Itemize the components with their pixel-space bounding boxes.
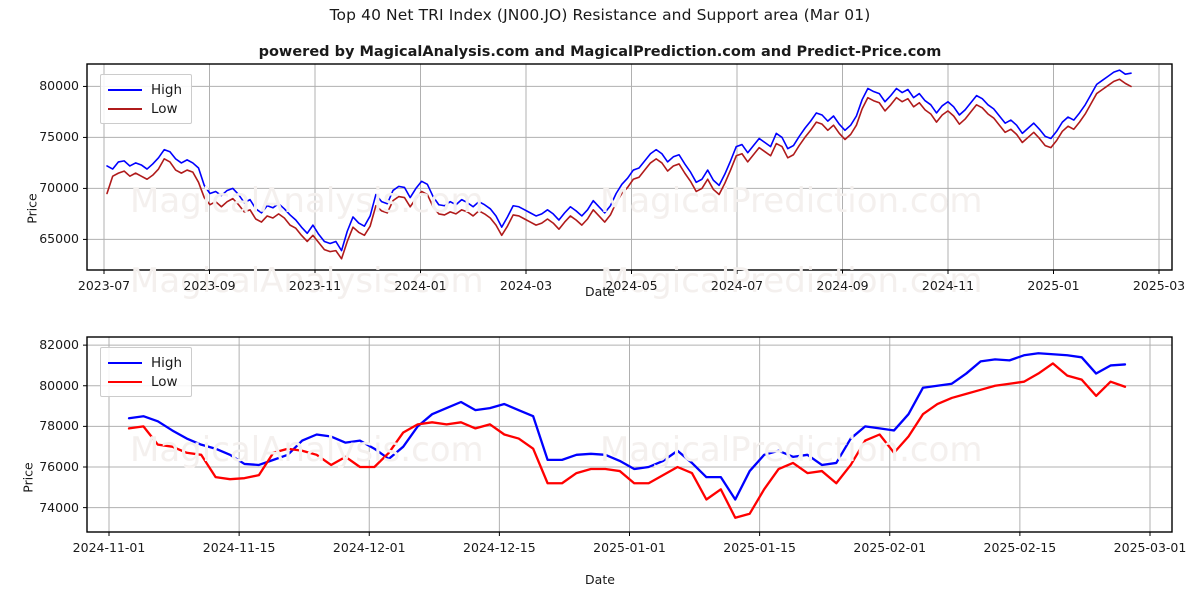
- x-tick-label: 2025-02-15: [983, 540, 1057, 555]
- x-tick-label: 2024-12-15: [463, 540, 536, 555]
- x-tick-label: 2023-07: [77, 278, 131, 293]
- legend-swatch-high: [108, 361, 142, 364]
- detail-x-axis-label: Date: [585, 572, 615, 587]
- legend-label-high: High: [151, 81, 183, 98]
- legend-swatch-high: [108, 88, 142, 91]
- x-tick-label: 2023-09: [183, 278, 236, 293]
- overview-legend: High Low: [100, 74, 193, 124]
- x-tick-label: 2025-03-01: [1113, 540, 1187, 555]
- x-tick-label: 2024-01: [394, 278, 447, 293]
- y-tick-label: 82000: [39, 337, 79, 353]
- legend-label-high: High: [151, 354, 183, 371]
- legend-entry-low: Low: [108, 372, 182, 391]
- x-tick-label: 2023-11: [288, 278, 342, 293]
- y-tick-label: 78000: [39, 418, 79, 434]
- x-tick-label: 2024-09: [816, 278, 869, 293]
- x-tick-label: 2024-05: [605, 278, 658, 293]
- y-tick-label: 65000: [39, 231, 79, 247]
- y-tick-label: 76000: [39, 459, 79, 474]
- legend-entry-high: High: [108, 353, 182, 372]
- x-tick-label: 2024-03: [499, 278, 553, 293]
- x-tick-label: 2024-11-15: [202, 540, 276, 555]
- page-title: Top 40 Net TRI Index (JN00.JO) Resistanc…: [329, 6, 871, 24]
- legend-label-low: Low: [151, 100, 178, 117]
- legend-swatch-low: [108, 380, 142, 383]
- legend-label-low: Low: [151, 373, 178, 390]
- y-tick-label: 80000: [39, 78, 79, 94]
- series-line-high: [106, 69, 1132, 252]
- y-tick-label: 80000: [39, 377, 79, 393]
- x-tick-label: 2025-01-01: [593, 540, 666, 555]
- x-tick-label: 2025-02-01: [853, 540, 927, 555]
- y-tick-label: 75000: [39, 129, 79, 145]
- x-tick-label: 2025-01: [1027, 278, 1080, 293]
- legend-entry-low: Low: [108, 99, 182, 118]
- y-tick-label: 74000: [39, 499, 79, 515]
- x-tick-label: 2024-07: [710, 278, 764, 293]
- x-tick-label: 2024-11-01: [72, 540, 146, 555]
- series-line-low: [127, 362, 1127, 519]
- series-line-low: [106, 78, 1132, 260]
- x-tick-label: 2024-12-01: [332, 540, 406, 555]
- x-tick-label: 2025-01-15: [723, 540, 796, 555]
- legend-swatch-low: [108, 107, 142, 110]
- detail-legend: High Low: [100, 347, 193, 397]
- x-tick-label: 2025-03: [1132, 278, 1186, 293]
- x-tick-label: 2024-11: [921, 278, 975, 293]
- y-tick-label: 70000: [39, 180, 79, 196]
- chart-page: Top 40 Net TRI Index (JN00.JO) Resistanc…: [0, 0, 1200, 600]
- legend-entry-high: High: [108, 80, 182, 99]
